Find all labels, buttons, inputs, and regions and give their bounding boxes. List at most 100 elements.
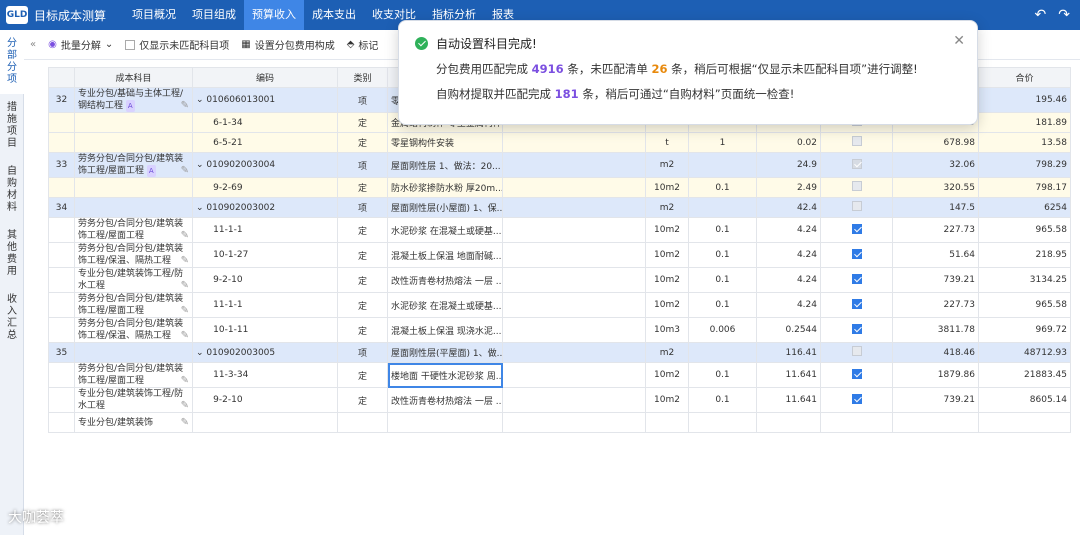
- unit-price: 51.64: [892, 242, 979, 268]
- item-name: 混凝土板上保温 地面耐碱...: [387, 242, 503, 268]
- table-row[interactable]: 劳务分包/合同分包/建筑装饰工程/屋面工程 ✎ 11-3-34 定楼地面 干硬性水泥…: [48, 362, 1071, 388]
- nav-tab[interactable]: 项目概况: [124, 0, 184, 30]
- total-price: 48712.93: [978, 342, 1071, 363]
- nav-tab[interactable]: 项目组成: [184, 0, 244, 30]
- item-code: 9-2-10: [192, 267, 338, 293]
- item-name: 零星钢构件安装: [387, 132, 503, 153]
- edit-icon[interactable]: ✎: [181, 417, 189, 429]
- item-unit: 10m2: [645, 177, 689, 198]
- table-row[interactable]: 9-2-69 定防水砂浆掺防水粉 厚20m... 10m2 0.1 2.49 320.55…: [48, 177, 1071, 198]
- cost-subject: 劳务分包/合同分包/建筑装饰工程/保温、隔热工程 ✎: [74, 317, 193, 343]
- item-name: [387, 412, 503, 433]
- close-icon[interactable]: ✕: [953, 33, 965, 49]
- grid-icon: ▦: [241, 39, 251, 50]
- row-checkbox[interactable]: [851, 273, 862, 284]
- row-checkbox[interactable]: [851, 393, 862, 404]
- cost-subject: 专业分包/建筑装饰工程/防水工程 ✎: [74, 387, 193, 413]
- item-code: 9-2-69: [192, 177, 338, 198]
- edit-icon[interactable]: ✎: [181, 400, 189, 412]
- table-row[interactable]: 34 ⌄ 010902003002 项屋面刚性层(小屋面) 1、保... m2 42.4…: [48, 197, 1071, 218]
- table-row[interactable]: 35 ⌄ 010902003005 项屋面刚性层(平屋面) 1、做... m2 116.…: [48, 342, 1071, 363]
- edit-icon[interactable]: ✎: [181, 255, 189, 267]
- cost-subject: [74, 177, 193, 198]
- self-purchase-check: [820, 177, 893, 198]
- row-checkbox[interactable]: [851, 298, 862, 309]
- sidebar-item[interactable]: 收入汇总: [0, 286, 24, 350]
- self-purchase-check: [820, 387, 893, 413]
- unit-price: 320.55: [892, 177, 979, 198]
- toast-line-2: 自购材提取并匹配完成 181 条，稍后可通过“自购材料”页面统一检查!: [436, 87, 795, 101]
- row-checkbox[interactable]: [851, 248, 862, 259]
- item-name: 改性沥青卷材热熔法 一层 ...: [387, 387, 503, 413]
- only-unmatched-checkbox[interactable]: 仅显示未匹配科目项: [125, 37, 229, 52]
- total-price: 6254: [978, 197, 1071, 218]
- batch-decompose-button[interactable]: ◉ 批量分解 ⌄: [48, 37, 113, 52]
- row-number: [48, 292, 75, 318]
- nav-tab[interactable]: 成本支出: [304, 0, 364, 30]
- item-name: 屋面刚性层 1、做法：20...: [387, 152, 503, 178]
- table-row[interactable]: 专业分包/建筑装饰工程/防水工程 ✎ 9-2-10 定改性沥青卷材热熔法 一层 ..…: [48, 387, 1071, 413]
- edit-icon[interactable]: ✎: [181, 100, 189, 112]
- edit-icon[interactable]: ✎: [181, 280, 189, 292]
- row-checkbox[interactable]: [851, 368, 862, 379]
- item-coef: [688, 152, 757, 178]
- edit-icon[interactable]: ✎: [181, 330, 189, 342]
- collapse-icon[interactable]: «: [30, 39, 36, 50]
- sidebar-item[interactable]: 措施项目: [0, 94, 24, 158]
- mark-button[interactable]: ⬘ 标记: [347, 37, 379, 52]
- item-feature: [502, 267, 646, 293]
- unit-price: 227.73: [892, 217, 979, 243]
- item-quantity: 42.4: [756, 197, 821, 218]
- nav-tab[interactable]: 预算收入: [244, 0, 304, 30]
- redo-icon[interactable]: ↷: [1058, 7, 1070, 23]
- unit-price: 32.06: [892, 152, 979, 178]
- total-price: 3134.25: [978, 267, 1071, 293]
- row-checkbox: [851, 346, 862, 356]
- chevron-down-icon: ⌄: [196, 160, 204, 170]
- undo-icon[interactable]: ↶: [1035, 7, 1047, 23]
- unit-price: 147.5: [892, 197, 979, 218]
- sidebar-item[interactable]: 自购材料: [0, 158, 24, 222]
- table-row[interactable]: 劳务分包/合同分包/建筑装饰工程/屋面工程 ✎ 11-1-1 定水泥砂浆 在混凝土或…: [48, 292, 1071, 318]
- item-quantity: 24.9: [756, 152, 821, 178]
- table-row[interactable]: 33 劳务分包/合同分包/建筑装饰工程/屋面工程 A ✎ ⌄ 010902003004…: [48, 152, 1071, 178]
- row-checkbox[interactable]: [851, 323, 862, 334]
- item-unit: [645, 412, 689, 433]
- item-feature: [502, 132, 646, 153]
- self-purchase-check: [820, 132, 893, 153]
- item-quantity: 2.49: [756, 177, 821, 198]
- table-row[interactable]: 专业分包/建筑装饰 ✎: [48, 412, 1071, 433]
- item-unit: m2: [645, 342, 689, 363]
- edit-icon[interactable]: ✎: [181, 375, 189, 387]
- table-row[interactable]: 劳务分包/合同分包/建筑装饰工程/保温、隔热工程 ✎ 10-1-27 定混凝土板上保…: [48, 242, 1071, 268]
- table-row[interactable]: 劳务分包/合同分包/建筑装饰工程/保温、隔热工程 ✎ 10-1-11 定混凝土板上保…: [48, 317, 1071, 343]
- mark-icon: ⬘: [346, 39, 355, 50]
- table-row[interactable]: 劳务分包/合同分包/建筑装饰工程/屋面工程 ✎ 11-1-1 定水泥砂浆 在混凝土或…: [48, 217, 1071, 243]
- edit-icon[interactable]: ✎: [181, 165, 189, 177]
- item-unit: m2: [645, 152, 689, 178]
- unit-price: 227.73: [892, 292, 979, 318]
- table-row[interactable]: 6-5-21 定零星钢构件安装 t 1 0.02 678.98 13.58: [48, 132, 1071, 153]
- row-checkbox[interactable]: [851, 223, 862, 234]
- sidebar-item[interactable]: 分部分项: [0, 30, 24, 94]
- item-quantity: 4.24: [756, 292, 821, 318]
- item-code: ⌄ 010902003002: [192, 197, 338, 218]
- sidebar-item[interactable]: 其他费用: [0, 222, 24, 286]
- item-coef: 0.1: [688, 177, 757, 198]
- item-coef: 0.1: [688, 362, 757, 388]
- table-row[interactable]: 专业分包/建筑装饰工程/防水工程 ✎ 9-2-10 定改性沥青卷材热熔法 一层 ..…: [48, 267, 1071, 293]
- tag-badge: A: [146, 165, 156, 177]
- edit-icon[interactable]: ✎: [181, 305, 189, 317]
- self-purchase-check: [820, 242, 893, 268]
- set-subcontract-button[interactable]: ▦ 设置分包费用构成: [241, 37, 334, 52]
- total-price: 181.89: [978, 112, 1071, 133]
- item-quantity: 116.41: [756, 342, 821, 363]
- edit-icon[interactable]: ✎: [181, 230, 189, 242]
- total-price: 965.58: [978, 217, 1071, 243]
- total-price: 195.46: [978, 87, 1071, 113]
- item-coef: 1: [688, 132, 757, 153]
- row-number: [48, 317, 75, 343]
- total-price: 218.95: [978, 242, 1071, 268]
- toast-title: 自动设置科目完成!: [436, 37, 537, 51]
- item-category: 定: [337, 217, 388, 243]
